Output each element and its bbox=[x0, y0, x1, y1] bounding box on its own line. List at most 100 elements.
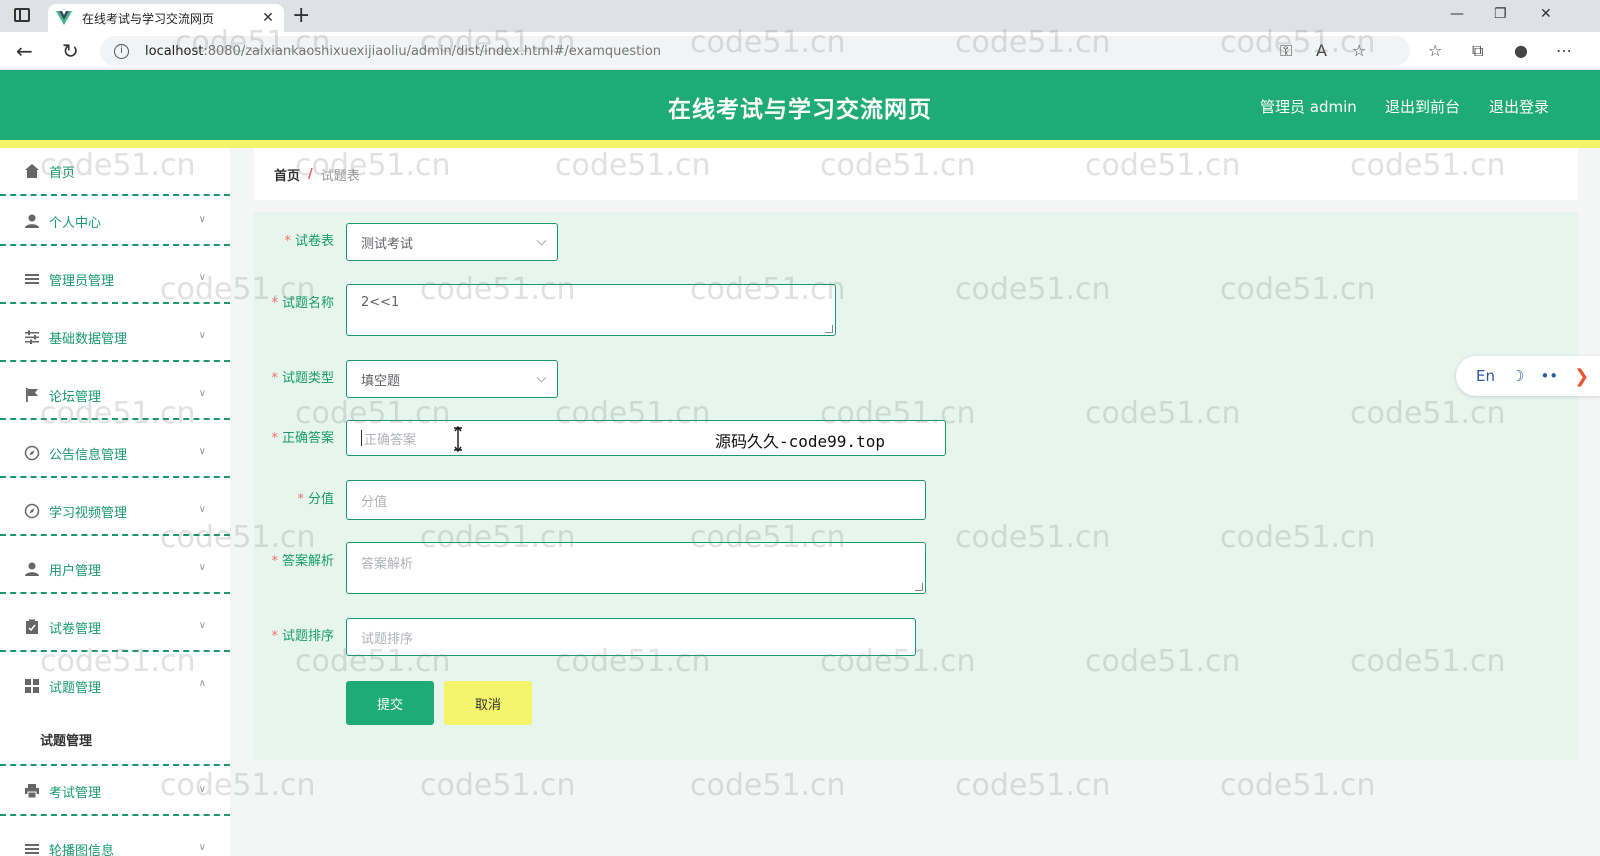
language-widget[interactable]: En ☽ •• ❯ bbox=[1456, 356, 1600, 396]
chevron-down-icon: ∨ bbox=[198, 446, 206, 457]
collections-icon[interactable]: ⧉ bbox=[1472, 41, 1483, 61]
sidebar-subitem-questions[interactable]: 试题管理 bbox=[0, 714, 230, 764]
sidebar-item-notice[interactable]: 公告信息管理 ∨ bbox=[0, 430, 230, 478]
user-icon bbox=[24, 213, 40, 229]
sidebar-item-videos[interactable]: 学习视频管理 ∨ bbox=[0, 488, 230, 536]
sidebar-divider bbox=[0, 764, 230, 766]
sidebar-item-exams[interactable]: 考试管理 ∨ bbox=[0, 768, 230, 816]
reload-icon[interactable]: ↻ bbox=[62, 39, 79, 63]
sidebar-item-carousel[interactable]: 轮播图信息 ∨ bbox=[0, 826, 230, 856]
tab-close-icon[interactable]: ✕ bbox=[260, 10, 276, 26]
text-caret bbox=[361, 430, 362, 446]
admin-user-label[interactable]: 管理员 admin bbox=[1260, 96, 1357, 117]
key-icon[interactable]: ⚿ bbox=[1280, 41, 1292, 61]
dots-icon[interactable]: •• bbox=[1540, 367, 1558, 385]
watermark: code51.cn bbox=[690, 768, 846, 803]
exam-question-form: * 试卷表 测试考试 * 试题名称 2<<1 * 试题类型 填空题 * 正确答案 正确答… bbox=[254, 212, 1578, 760]
breadcrumb-separator: / bbox=[308, 166, 313, 182]
read-aloud-icon[interactable]: A bbox=[1316, 41, 1327, 60]
chevron-down-icon: ∨ bbox=[198, 330, 206, 341]
browser-tab[interactable]: 在线考试与学习交流网页 ✕ bbox=[48, 4, 284, 32]
compass-icon bbox=[24, 445, 40, 461]
url-text: localhost:8080/zaixiankaoshixuexijiaoliu… bbox=[145, 43, 662, 59]
sidebar-item-personal[interactable]: 个人中心 ∨ bbox=[0, 198, 230, 246]
chevron-down-icon: ∨ bbox=[198, 842, 206, 853]
printer-icon bbox=[24, 783, 40, 799]
sidebar-item-users[interactable]: 用户管理 ∨ bbox=[0, 546, 230, 594]
order-label: * 试题排序 bbox=[271, 629, 334, 644]
vue-logo-icon bbox=[56, 11, 72, 25]
chevron-down-icon bbox=[536, 235, 547, 246]
sliders-icon bbox=[24, 329, 40, 345]
more-icon[interactable]: ⋯ bbox=[1556, 41, 1572, 60]
question-name-label: * 试题名称 bbox=[271, 296, 334, 311]
submit-button[interactable]: 提交 bbox=[346, 681, 434, 725]
question-type-select[interactable]: 填空题 bbox=[346, 360, 558, 398]
clipboard-icon bbox=[24, 619, 40, 635]
tab-actions-icon[interactable] bbox=[14, 8, 30, 22]
minimize-button[interactable]: — bbox=[1450, 6, 1464, 22]
paper-label: * 试卷表 bbox=[284, 234, 334, 249]
tab-title: 在线考试与学习交流网页 bbox=[82, 11, 215, 26]
app-header: 在线考试与学习交流网页 管理员 admin 退出到前台 退出登录 bbox=[0, 70, 1600, 140]
favorite-add-icon[interactable]: ☆ bbox=[1352, 41, 1366, 60]
chevron-down-icon: ∨ bbox=[198, 562, 206, 573]
text-cursor-icon bbox=[452, 425, 464, 456]
sidebar-item-forum[interactable]: 论坛管理 ∨ bbox=[0, 372, 230, 420]
favorites-icon[interactable]: ☆ bbox=[1428, 41, 1442, 60]
restore-button[interactable]: ❐ bbox=[1494, 6, 1507, 22]
compass-icon bbox=[24, 503, 40, 519]
user-icon bbox=[24, 561, 40, 577]
language-label[interactable]: En bbox=[1476, 367, 1495, 385]
url-field[interactable]: i localhost:8080/zaixiankaoshixuexijiaol… bbox=[100, 36, 1410, 66]
window-close-button[interactable]: ✕ bbox=[1540, 6, 1552, 22]
chevron-down-icon: ∨ bbox=[198, 272, 206, 283]
question-type-label: * 试题类型 bbox=[271, 371, 334, 386]
chevron-down-icon: ∨ bbox=[198, 784, 206, 795]
answer-label: * 正确答案 bbox=[271, 431, 334, 446]
source-overlay-text: 源码久久-code99.top bbox=[715, 432, 885, 451]
logout-link[interactable]: 退出登录 bbox=[1489, 96, 1549, 117]
breadcrumb-current: 试题表 bbox=[320, 168, 360, 184]
page-title: 在线考试与学习交流网页 bbox=[668, 97, 932, 123]
cancel-button[interactable]: 取消 bbox=[444, 681, 532, 725]
resize-grip-icon[interactable] bbox=[915, 583, 923, 591]
browser-tab-bar: 在线考试与学习交流网页 ✕ + — ❐ ✕ bbox=[0, 0, 1600, 32]
breadcrumb-home[interactable]: 首页 bbox=[274, 165, 300, 184]
watermark: code51.cn bbox=[955, 768, 1111, 803]
chevron-down-icon bbox=[536, 372, 547, 383]
analysis-textarea[interactable]: 答案解析 bbox=[346, 542, 926, 594]
chevron-down-icon: ∨ bbox=[198, 214, 206, 225]
flag-icon bbox=[24, 387, 40, 403]
sidebar-item-home[interactable]: 首页 bbox=[0, 148, 230, 196]
breadcrumb: 首页 / 试题表 bbox=[254, 148, 1578, 200]
back-icon[interactable]: ← bbox=[16, 39, 33, 63]
analysis-label: * 答案解析 bbox=[271, 554, 334, 569]
chevron-down-icon: ∨ bbox=[198, 388, 206, 399]
watermark: code51.cn bbox=[420, 768, 576, 803]
score-input[interactable]: 分值 bbox=[346, 480, 926, 520]
new-tab-button[interactable]: + bbox=[292, 3, 310, 28]
list-icon bbox=[24, 271, 40, 287]
info-icon[interactable]: i bbox=[114, 43, 129, 59]
paper-select[interactable]: 测试考试 bbox=[346, 223, 558, 261]
sidebar-item-questions[interactable]: 试题管理 ∧ bbox=[0, 662, 230, 710]
order-input[interactable]: 试题排序 bbox=[346, 618, 916, 656]
sidebar-item-papers[interactable]: 试卷管理 ∨ bbox=[0, 604, 230, 652]
moon-icon[interactable]: ☽ bbox=[1511, 367, 1524, 385]
sidebar-item-admins[interactable]: 管理员管理 ∨ bbox=[0, 256, 230, 304]
sidebar-item-basedata[interactable]: 基础数据管理 ∨ bbox=[0, 314, 230, 362]
chevron-up-icon: ∧ bbox=[198, 678, 206, 689]
profile-icon[interactable]: ● bbox=[1514, 41, 1528, 60]
question-name-textarea[interactable]: 2<<1 bbox=[346, 284, 836, 336]
resize-grip-icon[interactable] bbox=[825, 325, 833, 333]
list-icon bbox=[24, 841, 40, 856]
home-icon bbox=[24, 163, 40, 179]
chevron-down-icon: ∨ bbox=[198, 620, 206, 631]
chevron-down-icon: ∨ bbox=[198, 504, 206, 515]
chevron-right-icon[interactable]: ❯ bbox=[1574, 366, 1589, 387]
exit-to-front-link[interactable]: 退出到前台 bbox=[1385, 96, 1460, 117]
score-label: * 分值 bbox=[297, 492, 334, 507]
watermark: code51.cn bbox=[1220, 768, 1376, 803]
grid-icon bbox=[24, 678, 40, 694]
